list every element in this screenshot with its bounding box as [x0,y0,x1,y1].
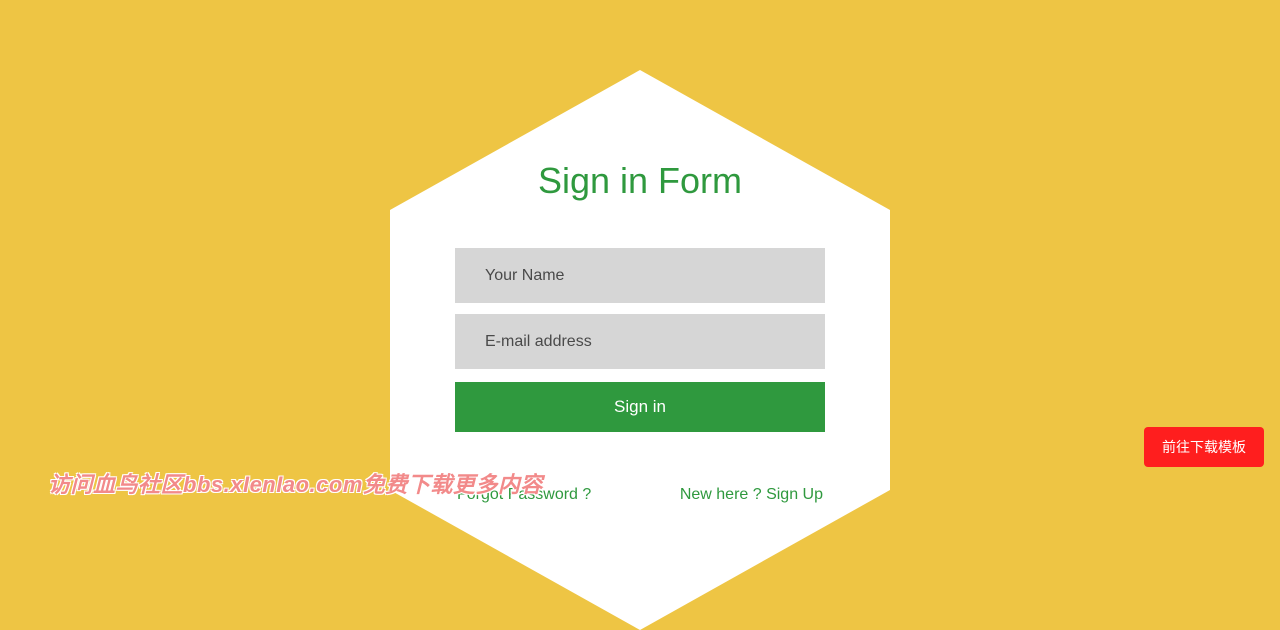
email-input[interactable] [455,314,825,369]
hexagon-shape: Sign in Form Sign in Forgot Password ? N… [390,70,890,630]
signin-card: Sign in Form Sign in Forgot Password ? N… [390,70,890,630]
download-template-button[interactable]: 前往下载模板 [1144,427,1264,467]
form-content: Sign in Form Sign in Forgot Password ? N… [455,160,825,504]
signup-link[interactable]: New here ? Sign Up [680,486,823,504]
watermark-text: 访问血鸟社区bbs.xIenIao.com免费下载更多内容 [48,467,543,499]
name-input[interactable] [455,248,825,303]
form-title: Sign in Form [455,160,825,202]
signin-button[interactable]: Sign in [455,382,825,432]
